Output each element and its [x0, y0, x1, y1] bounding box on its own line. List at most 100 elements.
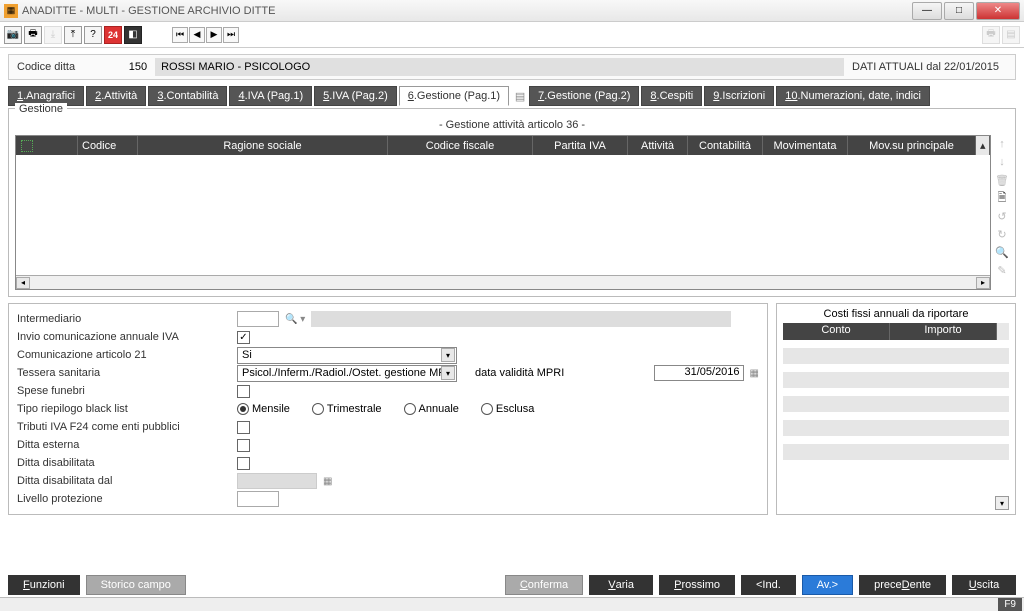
tab-gestione1[interactable]: 6.Gestione (Pag.1) — [399, 86, 509, 106]
minimize-button[interactable]: — — [912, 2, 942, 20]
spese-funebri-checkbox[interactable] — [237, 385, 250, 398]
grid-header-scroll[interactable]: ▴ — [976, 136, 990, 155]
costs-body[interactable] — [783, 340, 1009, 492]
tool-undo-icon[interactable]: ↺ — [995, 209, 1009, 223]
export-icon[interactable]: ⤓ — [44, 26, 62, 44]
radio-esclusa[interactable]: Esclusa — [481, 403, 535, 415]
costs-row[interactable] — [783, 444, 1009, 460]
tab-attivita[interactable]: 2.Attività — [86, 86, 146, 106]
gestione-legend: Gestione — [15, 103, 67, 115]
funzioni-button[interactable]: FFunzioniunzioni — [8, 575, 80, 595]
gestione-grid[interactable]: Codice Ragione sociale Codice fiscale Pa… — [15, 135, 991, 290]
grid-selector-col[interactable] — [38, 136, 78, 155]
col-codice-fiscale[interactable]: Codice fiscale — [388, 136, 533, 155]
calendar-icon[interactable]: ▦ — [323, 476, 332, 487]
col-attivita[interactable]: Attività — [628, 136, 688, 155]
tab-gestione2[interactable]: 7.Gestione (Pag.2) — [529, 86, 639, 106]
bottom-bar: FFunzioniunzioni Storico campo Conferma … — [8, 575, 1016, 595]
col-importo[interactable]: Importo — [890, 323, 997, 340]
tool-redo-icon[interactable]: ↻ — [995, 227, 1009, 241]
toolbar: 📷 🖶 ⤓ ⤒ ? 24 ◧ ⏮ ◀ ▶ ⏭ 🖶 ▤ — [0, 22, 1024, 48]
nav-first[interactable]: ⏮ — [172, 27, 188, 43]
window-title: ANADITTE - MULTI - GESTIONE ARCHIVIO DIT… — [22, 5, 912, 17]
ditta-disab-dal-label: Ditta disabilitata dal — [17, 475, 237, 487]
costs-row[interactable] — [783, 348, 1009, 364]
tab-cespiti[interactable]: 8.Cespiti — [641, 86, 702, 106]
costs-header-corner — [997, 323, 1009, 340]
ditta-esterna-checkbox[interactable] — [237, 439, 250, 452]
data-validita-label: data validità MPRI — [475, 367, 564, 379]
tab-iva1[interactable]: 4.IVA (Pag.1) — [229, 86, 312, 106]
ditta-disab-label: Ditta disabilitata — [17, 457, 237, 469]
col-conto[interactable]: Conto — [783, 323, 890, 340]
precedente-button[interactable]: preceDente — [859, 575, 946, 595]
col-codice[interactable]: Codice — [78, 136, 138, 155]
radio-annuale[interactable]: Annuale — [404, 403, 459, 415]
col-mov-principale[interactable]: Mov.su principale — [848, 136, 976, 155]
com-art21-dropdown[interactable]: Si ▾ — [237, 347, 457, 364]
col-movimentata[interactable]: Movimentata — [763, 136, 848, 155]
prossimo-button[interactable]: Prossimo — [659, 575, 735, 595]
costs-row[interactable] — [783, 420, 1009, 436]
scroll-left-icon[interactable]: ◂ — [16, 277, 30, 289]
tessera-label: Tessera sanitaria — [17, 367, 237, 379]
count-badge[interactable]: 24 — [104, 26, 122, 44]
varia-button[interactable]: Varia — [589, 575, 653, 595]
grid-corner[interactable] — [16, 136, 38, 155]
uscita-button[interactable]: Uscita — [952, 575, 1016, 595]
tool-down-icon[interactable]: ↓ — [995, 155, 1009, 169]
conferma-button[interactable]: Conferma — [505, 575, 583, 595]
data-validita-input[interactable]: 31/05/2016 — [654, 365, 744, 381]
grid-body[interactable] — [16, 155, 990, 275]
lookup-icon[interactable]: 🔍 ▾ — [285, 314, 305, 325]
nav-prev[interactable]: ◀ — [189, 27, 205, 43]
tab-strip: 1.Anagrafici 2.Attività 3.Contabilità 4.… — [8, 86, 1016, 106]
av-button[interactable]: Av.> — [802, 575, 853, 595]
chevron-down-icon: ▾ — [441, 366, 455, 380]
radio-mensile[interactable]: Mensile — [237, 403, 290, 415]
intermediario-input[interactable] — [237, 311, 279, 327]
scroll-right-icon[interactable]: ▸ — [976, 277, 990, 289]
ditta-disab-checkbox[interactable] — [237, 457, 250, 470]
costs-row[interactable] — [783, 372, 1009, 388]
tool-doc-icon[interactable]: 🗎 — [995, 191, 1009, 205]
help-icon[interactable]: ? — [84, 26, 102, 44]
livello-prot-input[interactable] — [237, 491, 279, 507]
radio-trimestrale[interactable]: Trimestrale — [312, 403, 382, 415]
costs-scroll-down[interactable]: ▾ — [995, 496, 1009, 510]
ind-button[interactable]: <Ind. — [741, 575, 796, 595]
upload-icon[interactable]: ⤒ — [64, 26, 82, 44]
gestione-subtitle: - Gestione attività articolo 36 - — [15, 119, 1009, 131]
tool-edit-icon[interactable]: ✎ — [995, 263, 1009, 277]
tool-search-icon[interactable]: 🔍 — [995, 245, 1009, 259]
close-button[interactable]: ✕ — [976, 2, 1020, 20]
tool-delete-icon[interactable]: 🗑 — [995, 173, 1009, 187]
tool-up-icon[interactable]: ↑ — [995, 137, 1009, 151]
nav-last[interactable]: ⏭ — [223, 27, 239, 43]
col-partita-iva[interactable]: Partita IVA — [533, 136, 628, 155]
tributi-f24-checkbox[interactable] — [237, 421, 250, 434]
invio-com-checkbox[interactable]: ✓ — [237, 331, 250, 344]
codice-ditta-value: 150 — [75, 61, 155, 73]
storico-button[interactable]: Storico campo — [86, 575, 186, 595]
tab-iva2[interactable]: 5.IVA (Pag.2) — [314, 86, 397, 106]
toggle-icon[interactable]: ◧ — [124, 26, 142, 44]
print-icon[interactable]: 🖶 — [24, 26, 42, 44]
col-contabilita[interactable]: Contabilità — [688, 136, 763, 155]
tab-iscrizioni[interactable]: 9.Iscrizioni — [704, 86, 774, 106]
window-titlebar: ▦ ANADITTE - MULTI - GESTIONE ARCHIVIO D… — [0, 0, 1024, 22]
col-ragione-sociale[interactable]: Ragione sociale — [138, 136, 388, 155]
toolbar-right-1[interactable]: 🖶 — [982, 26, 1000, 44]
tab-contabilita[interactable]: 3.Contabilità — [148, 86, 227, 106]
tab-numerazioni[interactable]: 10.Numerazioni, date, indici — [776, 86, 930, 106]
toolbar-right-2[interactable]: ▤ — [1002, 26, 1020, 44]
calendar-icon[interactable]: ▦ — [750, 368, 759, 379]
tab-doc-icon: ▤ — [513, 89, 527, 103]
grid-h-scroll[interactable]: ◂ ▸ — [16, 275, 990, 289]
maximize-button[interactable]: □ — [944, 2, 974, 20]
nav-next[interactable]: ▶ — [206, 27, 222, 43]
camera-icon[interactable]: 📷 — [4, 26, 22, 44]
tessera-dropdown[interactable]: Psicol./Inferm./Radiol./Ostet. gestione … — [237, 365, 457, 382]
costs-row[interactable] — [783, 396, 1009, 412]
invio-com-label: Invio comunicazione annuale IVA — [17, 331, 237, 343]
